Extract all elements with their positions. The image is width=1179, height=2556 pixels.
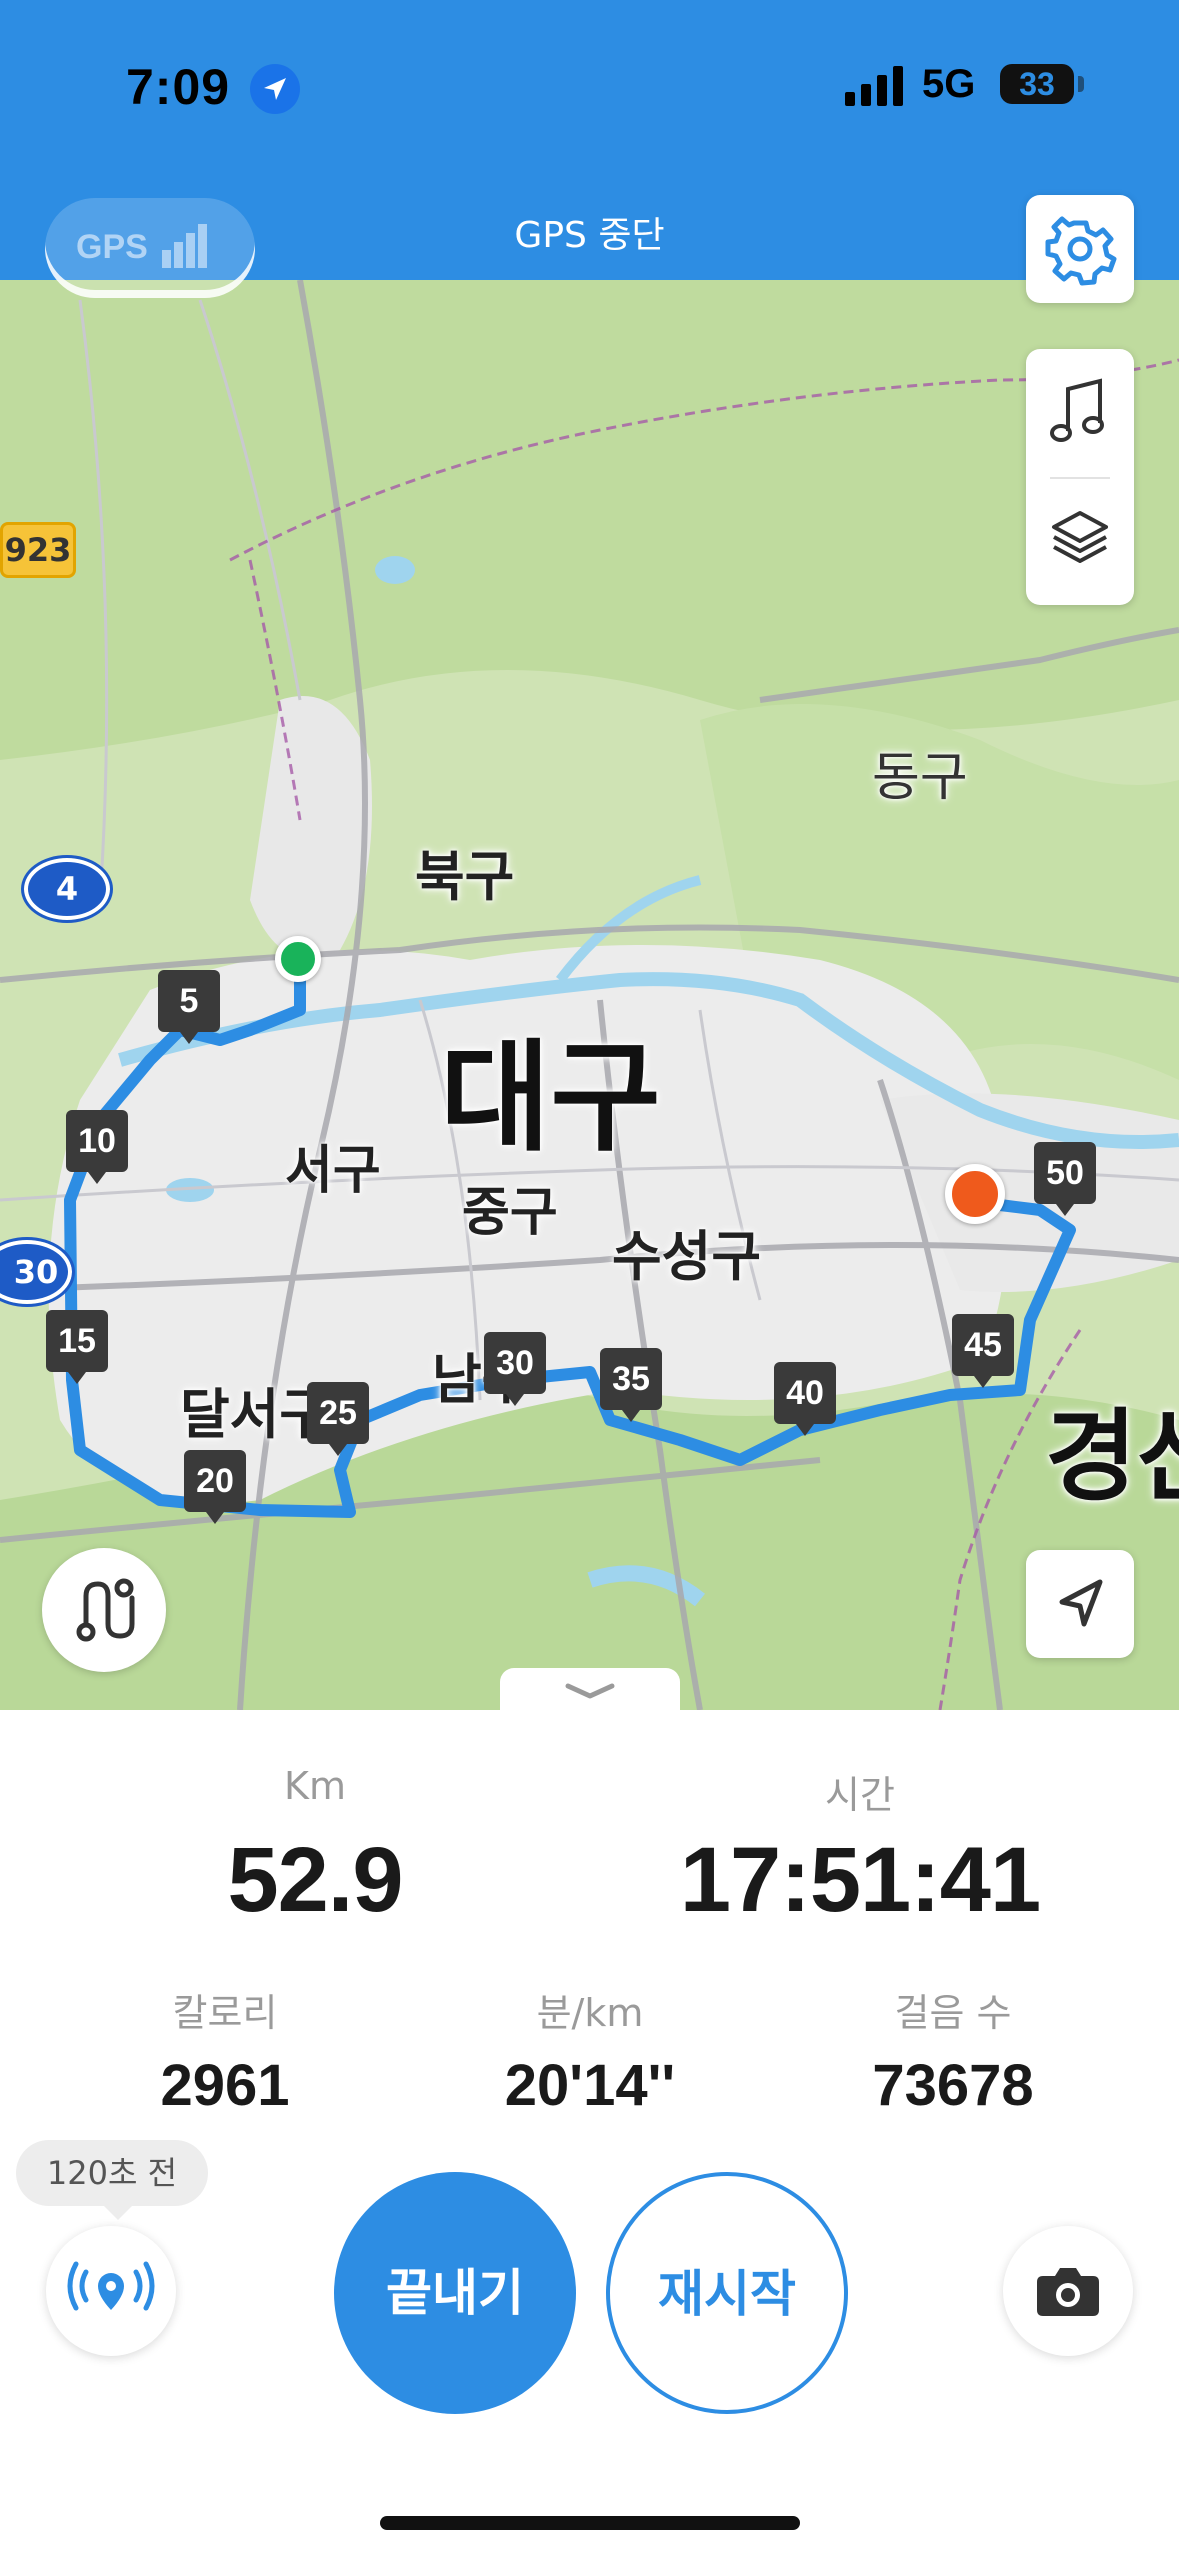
km-marker: 25 — [307, 1382, 369, 1456]
map-tools-group — [1026, 349, 1134, 605]
km-marker: 30 — [484, 1332, 546, 1406]
cellular-signal-icon — [845, 66, 903, 106]
music-note-icon — [1050, 378, 1104, 442]
road-badge-923: 923 — [0, 522, 76, 578]
km-marker: 15 — [46, 1310, 108, 1384]
km-marker: 45 — [952, 1314, 1014, 1388]
music-button[interactable] — [1026, 349, 1134, 477]
time-label: 시간 — [825, 1773, 895, 1817]
map-label-buk-gu: 북구 — [415, 845, 515, 908]
map-label-seo-gu: 서구 — [285, 1141, 381, 1201]
navigation-arrow-icon — [1059, 1579, 1103, 1627]
time-value: 17:51:41 — [679, 1829, 1041, 1931]
bottom-sheet-handle[interactable] — [500, 1668, 680, 1710]
status-time: 7:09 — [126, 59, 231, 115]
gps-status-text: GPS 중단 — [514, 215, 665, 256]
route-toggle-button[interactable] — [42, 1548, 166, 1672]
last-broadcast-tooltip: 120초 전 — [16, 2140, 208, 2220]
route-current-position-marker — [945, 1164, 1005, 1224]
map-label-dong-gu: 동구 — [872, 748, 968, 808]
distance-label: Km — [284, 1764, 346, 1808]
my-location-button[interactable] — [1026, 1550, 1134, 1658]
calories-label: 칼로리 — [172, 1991, 278, 2035]
finish-button[interactable]: 끝내기 — [334, 2172, 576, 2414]
km-marker: 40 — [774, 1362, 836, 1436]
home-indicator — [380, 2516, 800, 2530]
camera-button[interactable] — [1003, 2226, 1133, 2356]
pace-label: 분/km — [536, 1991, 644, 2035]
map-label-gyeongsan: 경산 — [1045, 1398, 1179, 1515]
network-type: 5G — [922, 62, 976, 106]
restart-button[interactable]: 재시작 — [606, 2172, 848, 2414]
battery-cap — [1078, 76, 1084, 92]
route-start-marker — [275, 936, 321, 982]
battery-icon: 33 — [1000, 64, 1074, 104]
km-marker: 10 — [66, 1110, 128, 1184]
map-label-daegu: 대구 — [440, 1029, 661, 1168]
camera-icon — [1037, 2268, 1099, 2316]
steps-value: 73678 — [872, 2053, 1034, 2118]
layers-icon — [1052, 511, 1108, 563]
map-label-jung-gu: 중구 — [462, 1183, 558, 1243]
location-services-icon — [250, 64, 300, 114]
km-marker: 50 — [1034, 1142, 1096, 1216]
pace-value: 20'14'' — [504, 2053, 676, 2118]
km-marker: 35 — [600, 1348, 662, 1422]
steps-label: 걸음 수 — [894, 1991, 1012, 2035]
map-layers-button[interactable] — [1026, 479, 1134, 605]
route-icon — [76, 1578, 135, 1642]
live-broadcast-button[interactable] — [46, 2226, 176, 2356]
distance-value: 52.9 — [227, 1829, 403, 1931]
map-label-suseong-gu: 수성구 — [612, 1225, 762, 1288]
road-badge-4: 4 — [21, 855, 113, 923]
broadcast-location-icon — [67, 2261, 155, 2311]
km-marker: 20 — [184, 1450, 246, 1524]
km-marker: 5 — [158, 970, 220, 1044]
chevron-down-icon — [565, 1683, 615, 1699]
calories-value: 2961 — [160, 2053, 290, 2118]
settings-button[interactable] — [1026, 195, 1134, 303]
app-root: 동구 북구 대구 서구 중구 수성구 달서구 남구 경산 923 4 30 5 … — [0, 0, 1179, 2556]
gear-icon — [1045, 216, 1117, 286]
